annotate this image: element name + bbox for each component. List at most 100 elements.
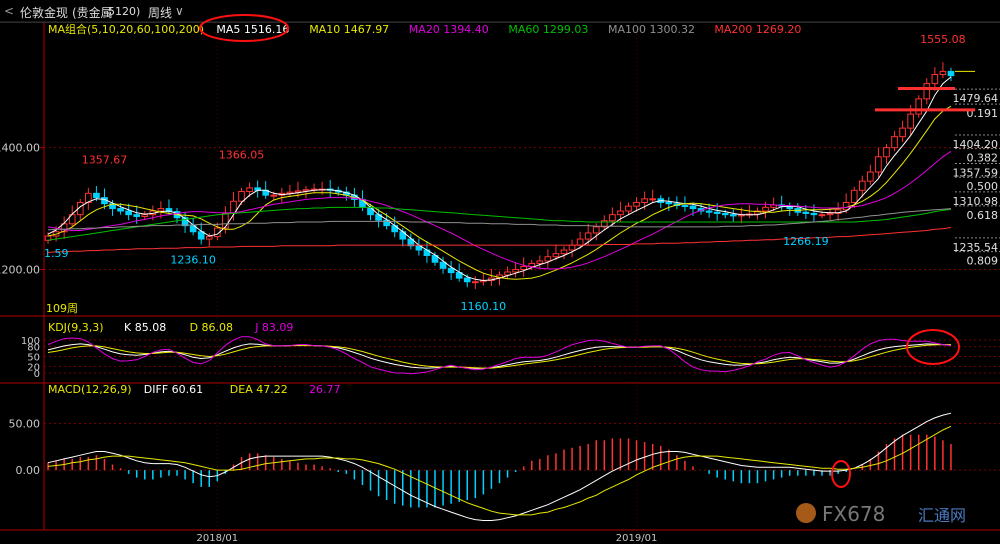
right-axis-label: 0.500 (967, 180, 999, 193)
ma-line-ma5 (47, 76, 952, 282)
price-label: 1555.08 (920, 33, 966, 46)
candle-body (512, 269, 519, 273)
price-tick-label: 1400.00 (0, 142, 40, 155)
candle-body (560, 249, 568, 255)
watermark-brand: FX678 (822, 502, 885, 526)
ma-legend-label: MA组合(5,10,20,60,100,200) (48, 22, 204, 36)
candle-body (117, 208, 124, 212)
candle-body (447, 267, 455, 274)
macd-line-diff (47, 412, 952, 521)
price-label: 1357.67 (82, 153, 128, 166)
right-axis-label: 0.382 (967, 152, 999, 165)
candle-body (246, 187, 253, 193)
candle-body (931, 73, 939, 85)
macd-legend-item: DIFF 60.61 (144, 383, 203, 396)
watermark-logo-icon (796, 503, 816, 523)
ma-legend-item: MA200 1269.20 (714, 23, 801, 36)
candle-body (681, 205, 689, 208)
kdj-line-j (47, 336, 952, 375)
ma-legend-item: MA5 1516.16 (216, 23, 289, 36)
candle-body (939, 70, 947, 75)
week-count-label: 109周 (46, 302, 78, 315)
left-edge-label: 1.59 (44, 247, 69, 260)
candle-body (125, 210, 132, 216)
candle-body (584, 232, 592, 240)
candle-body (705, 210, 713, 213)
candle-body (238, 191, 245, 202)
candle-body (802, 211, 810, 214)
macd-legend-label: MACD(12,26,9) (48, 383, 132, 396)
price-label: 1160.10 (461, 300, 507, 313)
candle-body (713, 211, 721, 214)
candle-body (93, 192, 100, 199)
ma-legend-item: MA100 1300.32 (608, 23, 695, 36)
candle-body (205, 236, 213, 240)
candle-body (883, 147, 890, 158)
x-tick-label: 2018/01 (197, 533, 239, 544)
price-label: 1236.10 (170, 254, 216, 267)
candle-body (923, 83, 931, 100)
macd-legend-item: DEA 47.22 (230, 383, 288, 396)
kdj-tick-label: 0 (34, 369, 40, 380)
highlight-circle (831, 460, 851, 488)
candle-body (842, 201, 850, 211)
candle-body (907, 113, 914, 129)
candle-body (875, 156, 882, 173)
candle-body (850, 189, 858, 203)
candle-body (899, 127, 906, 138)
candle-body (528, 262, 536, 267)
candle-body (439, 261, 447, 269)
macd-tick-label: 0.00 (16, 464, 41, 477)
candle-body (810, 212, 818, 216)
candle-body (762, 206, 769, 212)
kdj-legend-item: J 83.09 (254, 321, 293, 334)
candle-body (592, 226, 600, 234)
candle-body (818, 214, 826, 217)
candle-body (826, 212, 834, 216)
macd-legend-item: 26.77 (309, 383, 341, 396)
watermark-cn: 汇通网 (918, 506, 966, 525)
candle-body (536, 260, 544, 264)
candle-body (157, 208, 165, 212)
candle-body (222, 212, 229, 229)
candle-body (141, 214, 149, 217)
right-axis-label: 1404.20 (953, 138, 999, 151)
candle-body (133, 214, 141, 217)
candle-body (576, 238, 584, 246)
candle-body (463, 277, 471, 283)
chart-canvas[interactable]: 1200.001400.00100805020050.000.002018/01… (0, 0, 1000, 544)
candle-body (867, 171, 874, 182)
right-axis-label: 1479.64 (953, 92, 999, 105)
candle-body (649, 198, 656, 201)
right-axis-label: 0.809 (967, 255, 999, 268)
candle-body (633, 201, 640, 207)
ma-legend-item: MA10 1467.97 (309, 23, 389, 36)
candle-body (471, 281, 479, 284)
candle-body (270, 194, 278, 197)
candle-body (641, 198, 648, 203)
candle-body (915, 98, 923, 115)
price-tick-label: 1200.00 (0, 264, 40, 277)
kdj-legend-label: KDJ(9,3,3) (48, 321, 104, 334)
ma-legend-item: MA20 1394.40 (409, 23, 489, 36)
macd-tick-label: 50.00 (9, 417, 41, 430)
candle-body (609, 214, 616, 222)
candle-body (544, 256, 552, 262)
candle-body (552, 253, 560, 258)
candle-body (721, 212, 729, 216)
ma-legend-item: MA60 1299.03 (508, 23, 588, 36)
candle-body (947, 70, 955, 77)
candle-body (891, 136, 898, 149)
candle-body (729, 214, 737, 217)
candle-body (625, 205, 632, 212)
kdj-legend-item: D 86.08 (190, 321, 233, 334)
kdj-legend-item: K 85.08 (124, 321, 166, 334)
candle-body (858, 180, 866, 191)
x-tick-label: 2019/01 (616, 533, 658, 544)
candle-body (568, 244, 576, 251)
candle-body (665, 201, 673, 205)
price-label: 1366.05 (219, 148, 265, 161)
price-label: 1266.19 (783, 235, 829, 248)
candle-body (367, 206, 374, 216)
candle-body (520, 265, 528, 271)
